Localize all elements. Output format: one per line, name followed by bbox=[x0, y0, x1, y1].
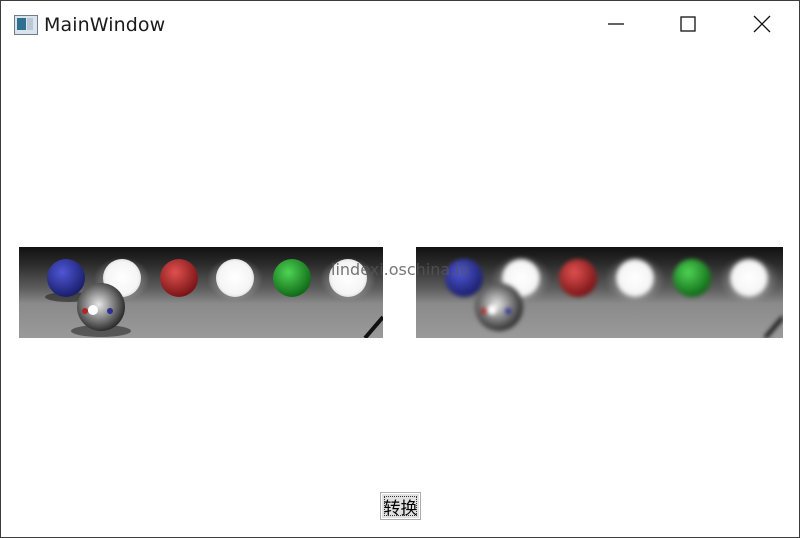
minimize-button[interactable] bbox=[593, 1, 639, 47]
original-image bbox=[19, 247, 383, 338]
spheres-scene bbox=[45, 257, 383, 338]
main-window: MainWindow lindexi.oschina.io 转换 bbox=[0, 0, 800, 538]
window-title: MainWindow bbox=[44, 14, 166, 36]
spheres-scene-blurred bbox=[445, 255, 783, 338]
watermark-text: lindexi.oschina.io bbox=[331, 260, 470, 279]
maximize-button[interactable] bbox=[665, 1, 711, 47]
close-icon bbox=[753, 15, 771, 33]
close-button[interactable] bbox=[739, 1, 785, 47]
minimize-icon bbox=[608, 23, 624, 25]
convert-button[interactable]: 转换 bbox=[380, 492, 421, 520]
blurred-image bbox=[416, 247, 783, 338]
focus-rect bbox=[384, 496, 417, 516]
title-bar[interactable]: MainWindow bbox=[1, 1, 799, 47]
app-window-icon bbox=[14, 15, 38, 35]
maximize-icon bbox=[680, 16, 696, 32]
